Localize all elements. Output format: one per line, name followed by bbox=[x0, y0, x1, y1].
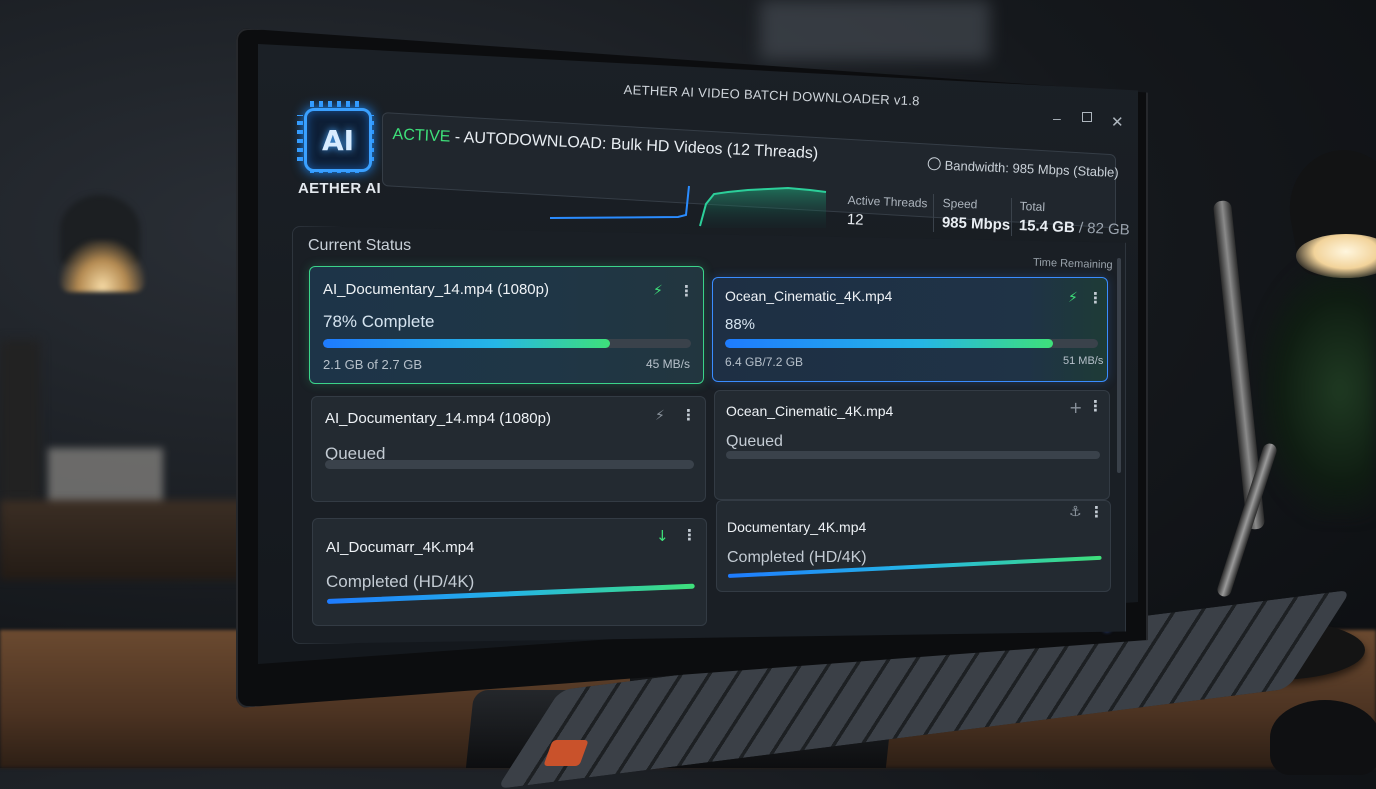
logo-chip-pins-top bbox=[310, 101, 360, 107]
close-button[interactable]: ✕ bbox=[1111, 113, 1124, 131]
stat-active-threads-value: 12 bbox=[846, 210, 864, 229]
stat-total: Total 15.4 GB / 82 GB bbox=[1019, 199, 1131, 239]
maximize-button[interactable] bbox=[1082, 112, 1092, 122]
logo-chip-icon: AI bbox=[321, 123, 355, 157]
download-progress-bar bbox=[325, 460, 694, 469]
download-card[interactable]: Documentary_4K.mp4 ⚓ ⋮ Completed (HD/4K) bbox=[716, 500, 1111, 592]
download-state: Queued bbox=[726, 433, 783, 450]
bolt-icon[interactable]: ⚡ bbox=[655, 408, 665, 424]
window-title: AETHER AI VIDEO BATCH DOWNLOADER v1.8 bbox=[623, 82, 920, 109]
download-card[interactable]: AI_Documentary_14.mp4 (1080p) ⚡ ⋮ 78% Co… bbox=[309, 266, 704, 384]
download-progress-label: 78% Complete bbox=[323, 312, 435, 331]
logo-chip-pins-left bbox=[297, 115, 303, 161]
download-rate: 51 MB/s bbox=[1063, 355, 1104, 367]
stat-divider bbox=[933, 194, 934, 232]
bolt-icon[interactable]: ⚡ bbox=[653, 283, 663, 299]
download-progress-bar bbox=[725, 339, 1098, 348]
throughput-graph bbox=[549, 185, 827, 228]
download-size: 6.4 GB/7.2 GB bbox=[725, 355, 804, 369]
stat-active-threads-label: Active Threads bbox=[847, 193, 928, 211]
download-card[interactable]: AI_Documentary_14.mp4 (1080p) ⚡ ⋮ Queued bbox=[311, 396, 706, 502]
download-card[interactable]: Ocean_Cinematic_4K.mp4 ⚡ ⋮ 88% 6.4 GB/7.… bbox=[712, 277, 1108, 382]
download-progress-label: 88% bbox=[725, 316, 756, 333]
stat-total-done: 15.4 GB bbox=[1018, 216, 1076, 237]
download-rate: 45 MB/s bbox=[646, 357, 691, 371]
more-options-icon[interactable]: ⋮ bbox=[1088, 289, 1103, 307]
panel-title: Current Status bbox=[308, 237, 412, 254]
download-state: Completed (HD/4K) bbox=[727, 549, 867, 566]
download-card[interactable]: Ocean_Cinematic_4K.mp4 + ⋮ Queued bbox=[714, 390, 1110, 500]
panel-scrollbar[interactable] bbox=[1117, 258, 1121, 473]
more-options-icon[interactable]: ⋮ bbox=[1088, 397, 1103, 415]
stat-speed-value: 985 Mbps bbox=[941, 213, 1011, 234]
download-state: Completed (HD/4K) bbox=[326, 572, 475, 591]
download-card[interactable]: AI_Documarr_4K.mp4 ↓ ⋮ Completed (HD/4K) bbox=[312, 518, 707, 626]
bolt-icon[interactable]: ⚡ bbox=[1068, 290, 1078, 306]
download-arrow-icon[interactable]: ↓ bbox=[656, 527, 669, 545]
download-filename: Ocean_Cinematic_4K.mp4 bbox=[726, 403, 894, 419]
stat-speed: Speed 985 Mbps bbox=[942, 196, 1012, 234]
minimize-button[interactable]: – bbox=[1053, 110, 1061, 126]
status-state: ACTIVE bbox=[392, 126, 451, 146]
download-filename: Ocean_Cinematic_4K.mp4 bbox=[725, 288, 893, 304]
download-filename: AI_Documentary_14.mp4 (1080p) bbox=[325, 410, 551, 427]
anchor-icon[interactable]: ⚓ bbox=[1069, 504, 1082, 520]
app-logo: AI bbox=[304, 108, 372, 172]
stat-total-rest: / 82 GB bbox=[1074, 219, 1131, 239]
gauge-icon bbox=[927, 157, 941, 171]
more-options-icon[interactable]: ⋮ bbox=[682, 526, 697, 544]
status-separator: - bbox=[449, 128, 465, 147]
download-filename: AI_Documarr_4K.mp4 bbox=[326, 539, 475, 556]
download-filename: Documentary_4K.mp4 bbox=[727, 519, 867, 535]
download-progress-fill bbox=[725, 339, 1054, 348]
more-options-icon[interactable]: ⋮ bbox=[1089, 503, 1104, 521]
more-options-icon[interactable]: ⋮ bbox=[681, 406, 696, 424]
graph-line-early bbox=[549, 185, 690, 219]
more-options-icon[interactable]: ⋮ bbox=[679, 282, 694, 300]
stat-total-value: 15.4 GB / 82 GB bbox=[1019, 217, 1131, 239]
app-window: AETHER AI VIDEO BATCH DOWNLOADER v1.8 – … bbox=[0, 0, 1376, 768]
download-progress-fill bbox=[323, 339, 611, 348]
brand-name: AETHER AI bbox=[298, 180, 381, 197]
plus-icon[interactable]: + bbox=[1069, 398, 1082, 417]
download-progress-bar bbox=[323, 339, 691, 348]
download-filename: AI_Documentary_14.mp4 (1080p) bbox=[323, 281, 549, 298]
stat-divider bbox=[1011, 198, 1012, 236]
download-size: 2.1 GB of 2.7 GB bbox=[323, 357, 422, 372]
stat-speed-label: Speed bbox=[942, 196, 978, 212]
stat-active-threads: Active Threads 12 bbox=[847, 193, 928, 231]
download-progress-bar bbox=[726, 451, 1100, 459]
stat-total-label: Total bbox=[1019, 199, 1046, 215]
